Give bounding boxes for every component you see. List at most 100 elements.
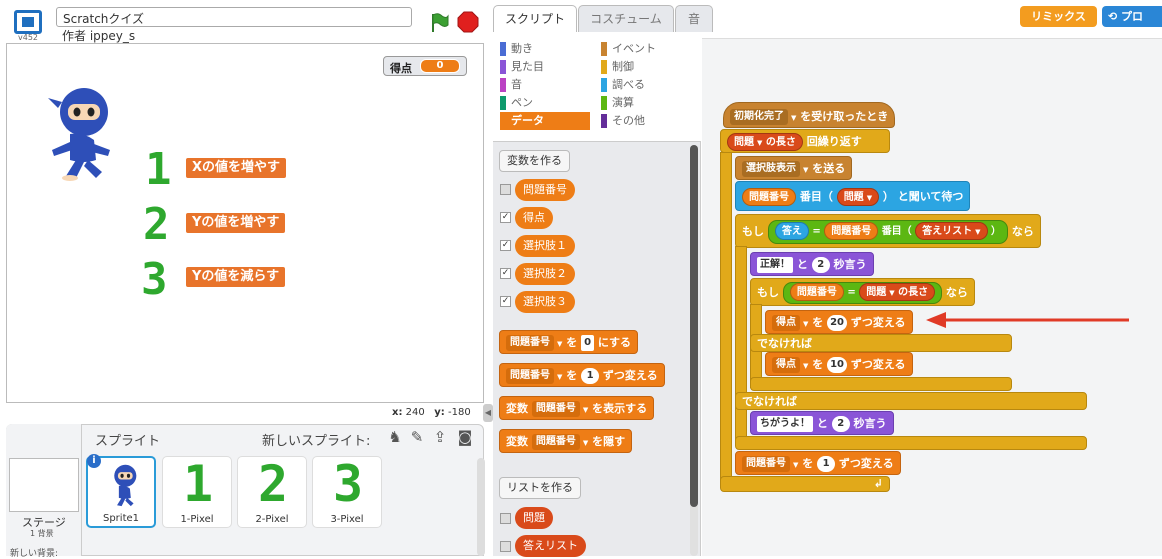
paint-brush-icon[interactable]: ✎ [408,428,426,446]
category-sensing[interactable]: 調べる [601,76,656,94]
stage-number-3[interactable]: 3 [141,258,168,302]
change-variable-block[interactable]: 問題番号 ▼ を 1 ずつ変える [499,363,665,387]
if-else-block-outer[interactable]: もし 答え = 問題番号 番目（ 答えリスト ▼ ） なら [735,214,1041,248]
make-variable-button[interactable]: 変数を作る [499,150,570,172]
pixel-3-thumbnail: 3 [332,455,364,513]
category-looks[interactable]: 見た目 [500,58,590,76]
var-checkbox-choice2[interactable]: ✓ [500,268,511,279]
category-column-left: 動き 見た目 音 ペン データ [500,40,590,130]
category-pen[interactable]: ペン [500,94,590,112]
change-score-20-block[interactable]: 得点 ▼ を 20 ずつ変える [765,310,913,334]
ask-and-wait-block[interactable]: 問題番号 番目（ 問題 ▼ ） と聞いて待つ [735,181,971,211]
new-sprite-label: 新しいスプライト: [262,434,371,449]
project-title-input[interactable]: Scratchクイズ [56,7,412,27]
category-column-right: イベント 制御 調べる 演算 その他 [601,40,656,130]
sprite-name: 2-Pixel [255,514,289,525]
green-flag-icon[interactable] [428,11,450,33]
sprite-name: 1-Pixel [180,514,214,525]
collapse-stage-button[interactable]: ◀ [483,404,493,422]
mouse-coords: x: 240 y: -180 [392,407,471,418]
repeat-block-arm [720,152,732,482]
pixel-2-thumbnail: 2 [257,455,289,513]
coord-x: 240 [405,407,425,418]
stage-thumbnail[interactable] [9,458,79,512]
stop-icon[interactable] [457,11,479,33]
score-monitor-value: 0 [420,59,460,73]
list-reporter-problems[interactable]: 問題 [515,507,553,529]
project-page-button[interactable]: ⟲ プロ [1102,6,1162,27]
repeat-block-end[interactable]: ↲ [720,476,890,492]
change-score-10-block[interactable]: 得点 ▼ を 10 ずつ変える [765,352,913,376]
ninja-thumbnail-icon [114,464,137,507]
stage-label-2: Yの値を増やす [186,213,286,233]
if-else-outer-end [735,436,1087,450]
stage-label-1: Xの値を増やす [186,158,287,178]
ninja-sprite[interactable] [40,82,118,182]
var-reporter-choice1[interactable]: 選択肢１ [515,235,575,257]
else-label-outer: でなければ [735,392,1087,410]
change-problem-number-block[interactable]: 問題番号 ▼ を 1 ずつ変える [735,451,901,475]
when-receive-hat-block[interactable]: 初期化完了 ▼ を受け取ったとき [723,102,896,128]
repeat-block[interactable]: 問題 ▼ の長さ 回繰り返す [720,129,890,153]
sprite-name: 3-Pixel [330,514,364,525]
list-reporter-answers[interactable]: 答えリスト [515,535,586,557]
list-checkbox-problems[interactable] [500,513,511,524]
camera-icon[interactable]: ◙ [456,428,474,446]
sprite-tile-1-pixel[interactable]: 1 1-Pixel [162,456,232,528]
category-motion[interactable]: 動き [500,40,590,58]
info-icon[interactable]: i [87,454,101,468]
coord-y: -180 [448,407,471,418]
sprite-tile-3-pixel[interactable]: 3 3-Pixel [312,456,382,528]
pixel-1-thumbnail: 1 [182,455,214,513]
var-reporter-score[interactable]: 得点 [515,207,553,229]
backdrop-count: 1 背景 [30,529,54,538]
stage-number-2[interactable]: 2 [143,203,170,247]
choose-sprite-library-icon[interactable]: ♞ [386,428,404,446]
list-checkbox-answers[interactable] [500,541,511,552]
score-monitor-label: 得点 [390,62,412,75]
sprite-name: Sprite1 [102,513,140,524]
var-reporter-problem-number[interactable]: 問題番号 [515,179,575,201]
broadcast-block[interactable]: 選択肢表示 ▼ を送る [735,156,853,180]
var-reporter-choice2[interactable]: 選択肢２ [515,263,575,285]
else-label-inner: でなければ [750,334,1012,352]
stage-number-1[interactable]: 1 [145,148,172,192]
category-more-blocks[interactable]: その他 [601,112,656,130]
hide-variable-block[interactable]: 変数 問題番号 ▼ を隠す [499,429,633,453]
red-arrow-annotation [926,312,1129,328]
new-backdrop-label: 新しい背景: [10,549,59,559]
remix-button[interactable]: リミックス [1020,6,1097,27]
category-operators[interactable]: 演算 [601,94,656,112]
score-monitor: 得点 0 [383,56,467,76]
fullscreen-button[interactable] [14,10,42,34]
category-control[interactable]: 制御 [601,58,656,76]
sprites-header: スプライト [95,434,161,449]
category-events[interactable]: イベント [601,40,656,58]
var-checkbox-choice3[interactable]: ✓ [500,296,511,307]
say-correct-block[interactable]: 正解！ と 2 秒言う [750,252,874,276]
if-else-inner-end [750,377,1012,391]
var-checkbox-problem-number[interactable] [500,184,511,195]
stage-label-3: Yの値を減らす [186,267,286,287]
tab-scripts[interactable]: スクリプト [493,5,577,33]
project-page-label: プロ [1121,10,1144,23]
var-checkbox-score[interactable]: ✓ [500,212,511,223]
var-reporter-choice3[interactable]: 選択肢３ [515,291,575,313]
category-data[interactable]: データ [500,112,590,130]
make-list-button[interactable]: リストを作る [499,477,581,499]
say-wrong-block[interactable]: ちがうよ！ と 2 秒言う [750,411,894,435]
category-sound[interactable]: 音 [500,76,590,94]
tab-sounds[interactable]: 音 [675,5,713,32]
show-variable-block[interactable]: 変数 問題番号 ▼ を表示する [499,396,655,420]
sprite-list-scrollbar[interactable] [477,458,485,556]
upload-icon[interactable]: ⇪ [431,428,449,446]
version-label: v452 [18,33,39,42]
tab-costumes[interactable]: コスチューム [578,5,674,32]
if-else-block-inner[interactable]: もし 問題番号 = 問題 ▼ の長さ なら [750,278,975,306]
var-checkbox-choice1[interactable]: ✓ [500,240,511,251]
author-label: 作者 ippey_s [62,29,136,43]
if-else-outer-arm [735,246,747,442]
sprite-tile-2-pixel[interactable]: 2 2-Pixel [237,456,307,528]
palette-scrollbar-thumb[interactable] [690,145,698,507]
set-variable-block[interactable]: 問題番号 ▼ を 0 にする [499,330,639,354]
